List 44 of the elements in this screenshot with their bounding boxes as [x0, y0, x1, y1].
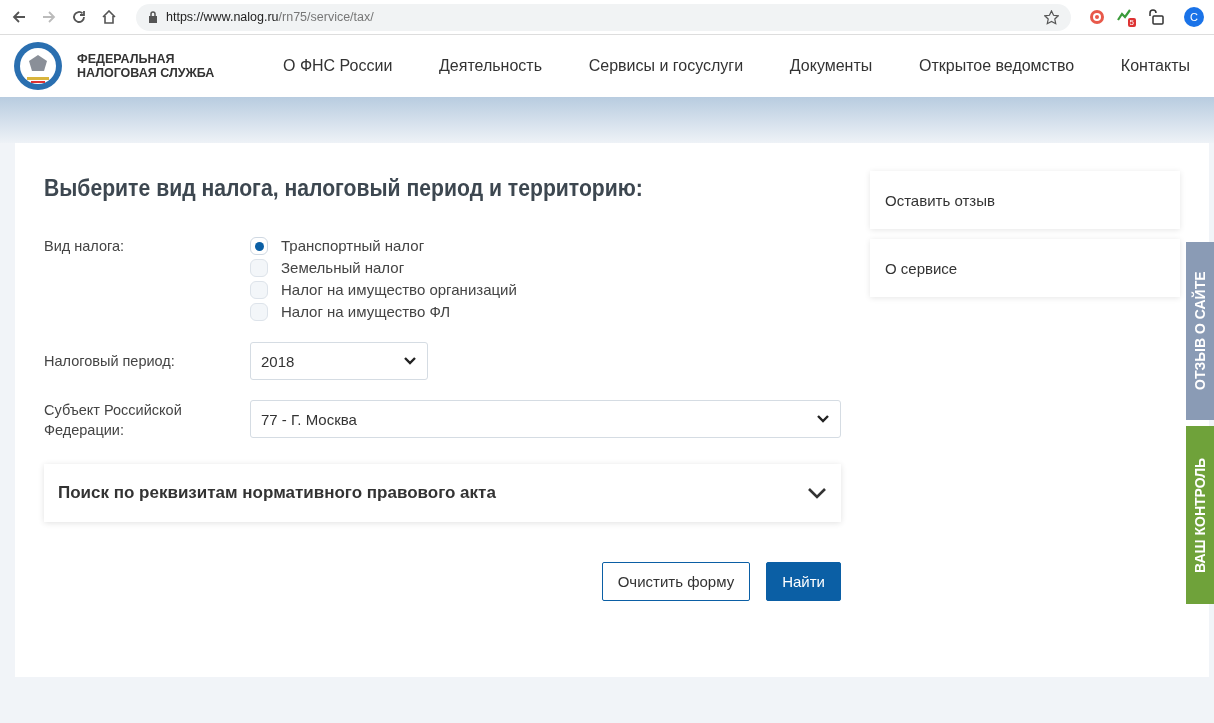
lock-icon — [148, 11, 158, 23]
chevron-down-icon — [403, 356, 417, 366]
region-select[interactable]: 77 - Г. Москва — [250, 400, 841, 438]
form-title: Выберите вид налога, налоговый период и территорию: — [44, 175, 644, 202]
radio-label[interactable]: Налог на имущество организаций — [281, 280, 517, 300]
chevron-icon — [807, 487, 827, 499]
target-icon[interactable] — [1088, 9, 1105, 25]
find-button[interactable]: Найти — [766, 562, 841, 601]
clear-button[interactable]: Очистить форму — [601, 562, 751, 601]
reload-icon[interactable] — [70, 10, 88, 24]
chevron-down-icon — [816, 414, 830, 424]
extension-badge: 5 — [1127, 17, 1136, 27]
address-bar[interactable]: https://www.nalog.ru/rn75/service/tax/ — [136, 3, 1071, 31]
home-icon[interactable] — [100, 10, 118, 24]
bookmark-star-icon[interactable] — [1043, 9, 1059, 25]
radio-button[interactable] — [250, 281, 268, 299]
nav-link[interactable]: Сервисы и госуслуги — [588, 57, 744, 75]
nav-link[interactable]: Открытое ведомство — [918, 57, 1075, 75]
logo-text: ФЕДЕРАЛЬНАЯ — [77, 52, 176, 66]
field-label: Вид налога: — [44, 237, 126, 256]
logo-text: НАЛОГОВАЯ СЛУЖБА — [77, 66, 215, 80]
profile-avatar[interactable]: C — [1184, 7, 1204, 27]
radio-button[interactable] — [250, 259, 268, 277]
nav-link[interactable]: Деятельность — [439, 57, 542, 75]
chart-extension-icon[interactable] — [1116, 7, 1131, 22]
field-label: Налоговый период: — [44, 352, 176, 371]
sidebar-link[interactable]: О сервисе — [870, 239, 1180, 297]
nav-link[interactable]: Контакты — [1120, 57, 1190, 75]
radio-label[interactable]: Налог на имущество ФЛ — [281, 302, 451, 322]
radio-label[interactable]: Земельный налог — [281, 258, 405, 278]
radio-button[interactable] — [250, 303, 268, 321]
url-path: /rn75/service/tax/ — [278, 10, 374, 24]
back-icon[interactable] — [10, 10, 28, 24]
nav-link[interactable]: О ФНС России — [283, 57, 393, 75]
period-select[interactable]: 2018 — [250, 342, 428, 380]
radio-label[interactable]: Транспортный налог — [281, 236, 425, 256]
accordion-header[interactable]: Поиск по реквизитам нормативного правового акта — [44, 464, 841, 522]
sidebar-link[interactable]: Оставить отзыв — [870, 171, 1180, 229]
nav-link[interactable]: Документы — [789, 57, 873, 75]
field-label: Субъект Российской Федерации: — [44, 401, 183, 440]
emblem-logo[interactable] — [13, 41, 63, 91]
radio-button[interactable] — [250, 237, 268, 255]
url-host: https://www.nalog.ru — [166, 10, 279, 24]
unlock-icon[interactable] — [1148, 9, 1164, 25]
